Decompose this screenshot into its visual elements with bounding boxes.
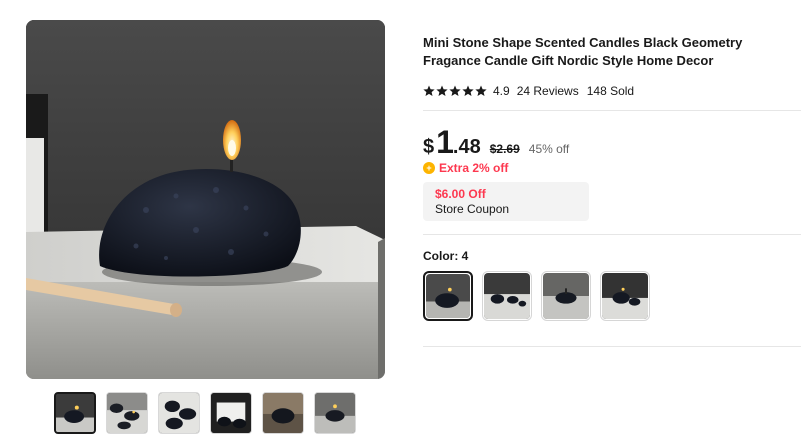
price-integer: 1 [436, 124, 454, 160]
rating-score: 4.9 [493, 84, 510, 98]
main-product-image[interactable] [26, 20, 385, 379]
coupon-amount: $6.00 Off [435, 187, 486, 201]
thumbnail-2[interactable] [106, 392, 148, 434]
original-price: $2.69 [489, 142, 520, 156]
color-options [423, 271, 650, 321]
divider [423, 110, 801, 111]
thumbnail-5[interactable] [262, 392, 304, 434]
extra-discount-text: Extra 2% off [439, 161, 509, 175]
color-option-2[interactable] [482, 271, 532, 321]
product-info: Mini Stone Shape Scented Candles Black G… [423, 34, 803, 98]
discount-percent: 45% off [528, 142, 570, 156]
sold-count: 148 Sold [586, 84, 635, 98]
color-option-3[interactable] [541, 271, 591, 321]
thumbnail-4[interactable] [210, 392, 252, 434]
thumbnail-1[interactable] [54, 392, 96, 434]
color-option-4[interactable] [600, 271, 650, 321]
coin-icon: + [423, 162, 435, 174]
star-icon [449, 85, 461, 96]
thumbnail-6[interactable] [314, 392, 356, 434]
color-label: Color: 4 [423, 249, 469, 263]
rating-row: 4.9 24 Reviews 148 Sold [423, 84, 803, 98]
star-icon [475, 85, 487, 96]
store-coupon[interactable]: $6.00 Off Store Coupon [423, 182, 589, 221]
price: $ 1 .48 $2.69 45% off [423, 124, 569, 161]
thumbnail-3[interactable] [158, 392, 200, 434]
star-icon [423, 85, 435, 96]
price-currency: $ [423, 136, 435, 158]
price-decimal: .48 [452, 136, 481, 158]
star-rating [423, 85, 487, 97]
reviews-link[interactable]: 24 Reviews [517, 84, 579, 98]
coupon-label: Store Coupon [435, 202, 510, 216]
product-title: Mini Stone Shape Scented Candles Black G… [423, 35, 743, 68]
star-icon [436, 85, 448, 96]
star-icon [462, 85, 474, 96]
color-option-1[interactable] [423, 271, 473, 321]
divider [423, 346, 801, 347]
thumbnail-strip [54, 392, 356, 434]
extra-discount: + Extra 2% off [423, 161, 508, 175]
divider [423, 234, 801, 235]
